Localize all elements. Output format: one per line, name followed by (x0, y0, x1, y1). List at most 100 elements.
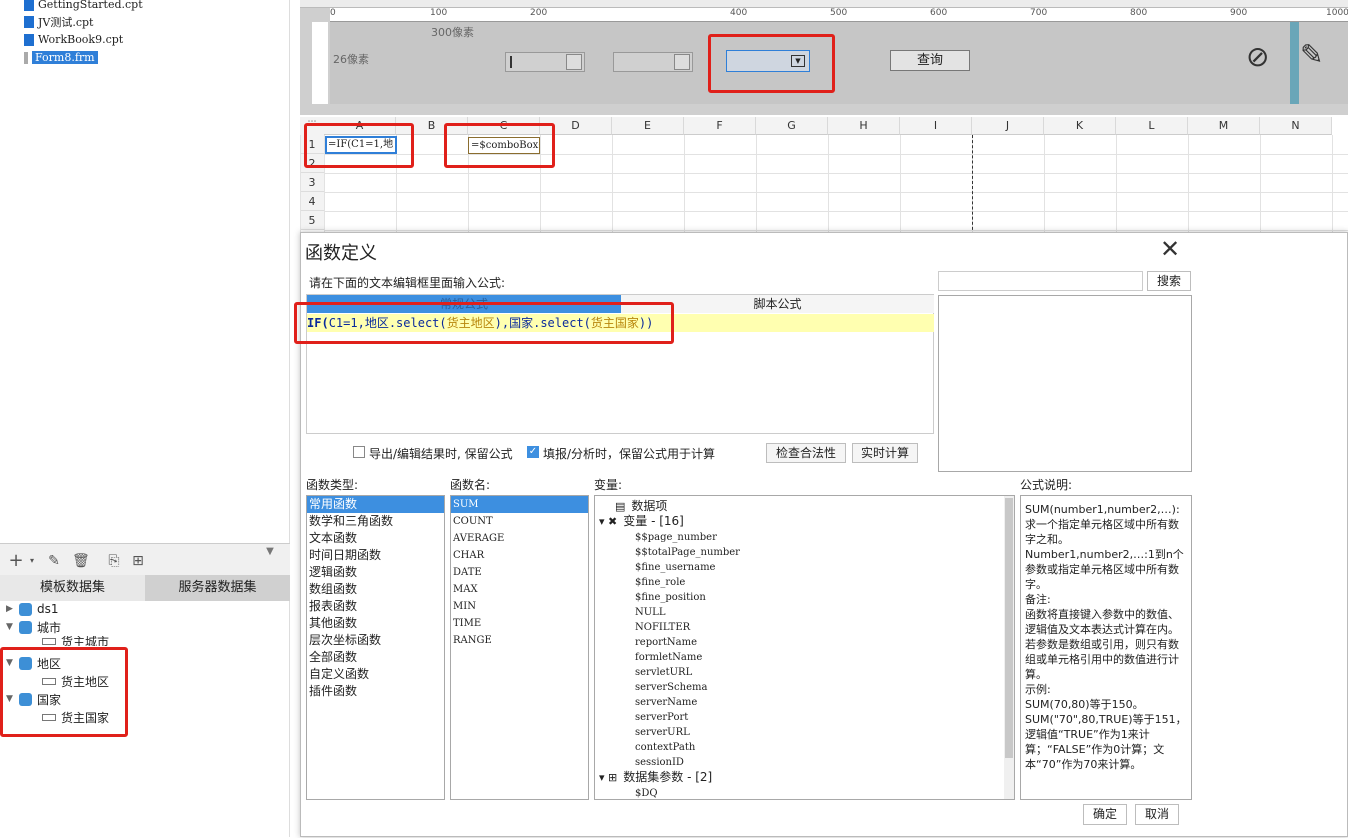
row-header[interactable]: 4 (300, 192, 324, 211)
column-header[interactable]: F (684, 117, 756, 135)
row-header[interactable]: 3 (300, 173, 324, 192)
collapse-arrow-icon[interactable]: ▼ (6, 622, 14, 632)
delete-icon[interactable]: 🗑 (72, 553, 90, 569)
fn-type-item[interactable]: 数学和三角函数 (307, 513, 444, 530)
tree-label: $DQ (635, 788, 658, 799)
var-item[interactable]: serverSchema (635, 680, 707, 695)
column-header[interactable]: N (1260, 117, 1332, 135)
realtime-calc-button[interactable]: 实时计算 (852, 443, 918, 463)
fn-type-item[interactable]: 数组函数 (307, 581, 444, 598)
fn-name-item[interactable]: COUNT (451, 513, 588, 530)
column-header[interactable]: G (756, 117, 828, 135)
fn-type-item[interactable]: 时间日期函数 (307, 547, 444, 564)
var-item[interactable]: NOFILTER (635, 620, 690, 635)
column-header[interactable]: E (612, 117, 684, 135)
fn-name-item[interactable]: CHAR (451, 547, 588, 564)
var-item[interactable]: $$totalPage_number (635, 545, 740, 560)
tab-server-dataset[interactable]: 服务器数据集 (145, 575, 290, 601)
tab-template-dataset[interactable]: 模板数据集 (0, 575, 145, 601)
fn-type-item[interactable]: 报表函数 (307, 598, 444, 615)
variable-tree: ▤ 数据项 ▾ ✖ 变量 - [16] $$page_number $$totalPage… (594, 495, 1015, 800)
fn-name-item[interactable]: SUM (451, 496, 588, 513)
date-input-1[interactable] (505, 52, 585, 72)
height-indicator: 26像素 (333, 53, 369, 66)
search-button[interactable]: 搜索 (1147, 271, 1191, 291)
chevron-down-icon[interactable]: ▾ (24, 553, 40, 569)
fn-name-item[interactable]: TIME (451, 615, 588, 632)
file-item[interactable]: WorkBook9.cpt (24, 31, 123, 48)
column-header[interactable]: I (900, 117, 972, 135)
var-item[interactable]: sessionID (635, 755, 684, 770)
cancel-button[interactable]: 取消 (1135, 804, 1179, 825)
column-header[interactable]: L (1116, 117, 1188, 135)
collapse-icon[interactable]: ▼ (262, 544, 278, 560)
column-header[interactable]: H (828, 117, 900, 135)
fn-type-item[interactable]: 逻辑函数 (307, 564, 444, 581)
calendar-icon[interactable] (674, 54, 690, 70)
fn-type-item[interactable]: 常用函数 (307, 496, 444, 513)
scrollbar-thumb[interactable] (1005, 498, 1013, 758)
column-header[interactable]: M (1188, 117, 1260, 135)
ok-button[interactable]: 确定 (1083, 804, 1127, 825)
row-header[interactable]: 5 (300, 211, 324, 230)
tree-label: ds1 (37, 602, 59, 616)
tree-node-city[interactable]: ▼ 城市 (6, 618, 61, 636)
search-input[interactable] (938, 271, 1143, 291)
file-item[interactable]: JV测试.cpt (24, 13, 93, 30)
column-header[interactable]: K (1044, 117, 1116, 135)
highlight-box (0, 647, 128, 737)
var-item[interactable]: $fine_role (635, 575, 685, 590)
tree-node-icon: ▾ ✖ (599, 515, 618, 528)
fn-type-item[interactable]: 其他函数 (307, 615, 444, 632)
var-item[interactable]: servletURL (635, 665, 692, 680)
edit-icon[interactable]: ✎ (46, 553, 62, 569)
var-item[interactable]: $fine_username (635, 560, 715, 575)
fn-name-item[interactable]: DATE (451, 564, 588, 581)
keep-formula-calc-checkbox[interactable]: ✓ (527, 446, 539, 458)
fn-name-item[interactable]: MIN (451, 598, 588, 615)
check-validity-button[interactable]: 检查合法性 (766, 443, 846, 463)
fn-type-item[interactable]: 文本函数 (307, 530, 444, 547)
var-data-item[interactable]: ▤ 数据项 (615, 499, 667, 514)
date-input-2[interactable] (613, 52, 693, 72)
tree-node-ds1[interactable]: ▶ ds1 (6, 600, 59, 618)
add-icon[interactable]: + (8, 552, 24, 570)
var-item[interactable]: formletName (635, 650, 702, 665)
fn-name-item[interactable]: RANGE (451, 632, 588, 649)
tree-field-city[interactable]: 货主城市 (42, 636, 109, 646)
var-item[interactable]: contextPath (635, 740, 695, 755)
edit-pencil-icon[interactable]: ✎ (1300, 38, 1323, 71)
fn-name-item[interactable]: MAX (451, 581, 588, 598)
var-group[interactable]: ▾ ⊞ 数据集参数 - [2] (599, 770, 712, 785)
keep-formula-export-checkbox[interactable] (353, 446, 365, 458)
var-item[interactable]: $DQ (635, 786, 658, 799)
fn-type-item[interactable]: 层次坐标函数 (307, 632, 444, 649)
calendar-icon[interactable] (566, 54, 582, 70)
var-item[interactable]: NULL (635, 605, 665, 620)
fn-type-item[interactable]: 全部函数 (307, 649, 444, 666)
fn-type-item[interactable]: 插件函数 (307, 683, 444, 700)
tree-label: $$page_number (635, 532, 717, 543)
fn-type-item[interactable]: 自定义函数 (307, 666, 444, 683)
ruler-tick: 900 (1230, 8, 1248, 18)
dataset-icon[interactable]: ⊞ (130, 553, 146, 569)
description-line: SUM(number1,number2,…):求一个指定单元格区域中所有数字之和… (1025, 503, 1180, 546)
fn-name-item[interactable]: AVERAGE (451, 530, 588, 547)
column-header[interactable]: J (972, 117, 1044, 135)
file-item[interactable]: GettingStarted.cpt (24, 0, 143, 13)
scrollbar[interactable] (1004, 496, 1014, 799)
hide-eye-icon[interactable]: ⊘ (1246, 40, 1269, 73)
var-item[interactable]: reportName (635, 635, 697, 650)
close-icon[interactable]: ✕ (1160, 237, 1180, 261)
var-item[interactable]: serverURL (635, 725, 690, 740)
var-group[interactable]: ▾ ✖ 变量 - [16] (599, 514, 684, 529)
query-button[interactable]: 查询 (890, 50, 970, 71)
var-item[interactable]: $fine_position (635, 590, 706, 605)
preview-icon[interactable]: ⎘ (106, 553, 122, 569)
tree-label: serverPort (635, 712, 689, 723)
var-item[interactable]: $$page_number (635, 530, 717, 545)
file-item-selected[interactable]: Form8.frm (24, 49, 98, 66)
var-item[interactable]: serverName (635, 695, 697, 710)
var-item[interactable]: serverPort (635, 710, 688, 725)
expand-arrow-icon[interactable]: ▶ (6, 604, 14, 614)
